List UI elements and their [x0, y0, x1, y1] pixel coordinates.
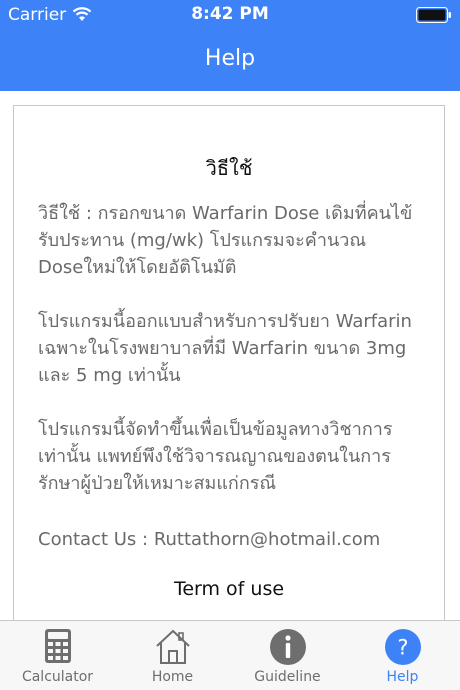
design-paragraph: โปรแกรมนี้ออกแบบสำหรับการปรับยา Warfarin… — [38, 311, 412, 386]
card-title: วิธีใช้ — [205, 156, 253, 180]
tab-label-guideline: Guideline — [254, 669, 321, 685]
tab-guideline[interactable]: Guideline — [230, 621, 345, 690]
tab-label-calculator: Calculator — [21, 669, 94, 685]
tab-label-home: Home — [151, 669, 194, 685]
disclaimer-paragraph: โปรแกรมนี้จัดทำขึ้นเพื่อเป็นข้อมูลทางวิช… — [38, 419, 393, 494]
status-bar: Carrier 8:42 PM — [0, 0, 460, 30]
tab-label-help: Help — [386, 669, 419, 685]
tab-home[interactable]: Home — [115, 621, 230, 690]
help-content[interactable]: วิธีใช้ วิธีใช้ : กรอกขนาด Warfarin Dose… — [0, 91, 460, 620]
tab-calculator[interactable]: Calculator — [0, 621, 115, 690]
help-icon: ? — [385, 629, 421, 665]
top-bar: Carrier 8:42 PM Help — [0, 0, 460, 91]
tab-bar: Calculator Home Guideline ? Help — [0, 620, 460, 690]
info-icon — [270, 629, 306, 665]
page-title: Help — [204, 46, 256, 71]
calculator-icon — [45, 629, 71, 663]
tab-help[interactable]: ? Help — [345, 621, 460, 690]
term-of-use-link[interactable]: Term of use — [14, 578, 444, 600]
home-icon — [156, 629, 190, 664]
battery-icon — [416, 7, 451, 23]
usage-paragraph: วิธีใช้ : กรอกขนาด Warfarin Dose เดิมที่… — [38, 203, 413, 278]
help-screen: Carrier 8:42 PM Help วิธีใช้ วิธีใช้ : ก… — [0, 0, 460, 690]
svg-text:?: ? — [397, 636, 408, 660]
status-time: 8:42 PM — [191, 4, 269, 24]
contact-paragraph: Contact Us : Ruttathorn@hotmail.com — [38, 529, 381, 550]
help-card: วิธีใช้ วิธีใช้ : กรอกขนาด Warfarin Dose… — [13, 105, 445, 620]
